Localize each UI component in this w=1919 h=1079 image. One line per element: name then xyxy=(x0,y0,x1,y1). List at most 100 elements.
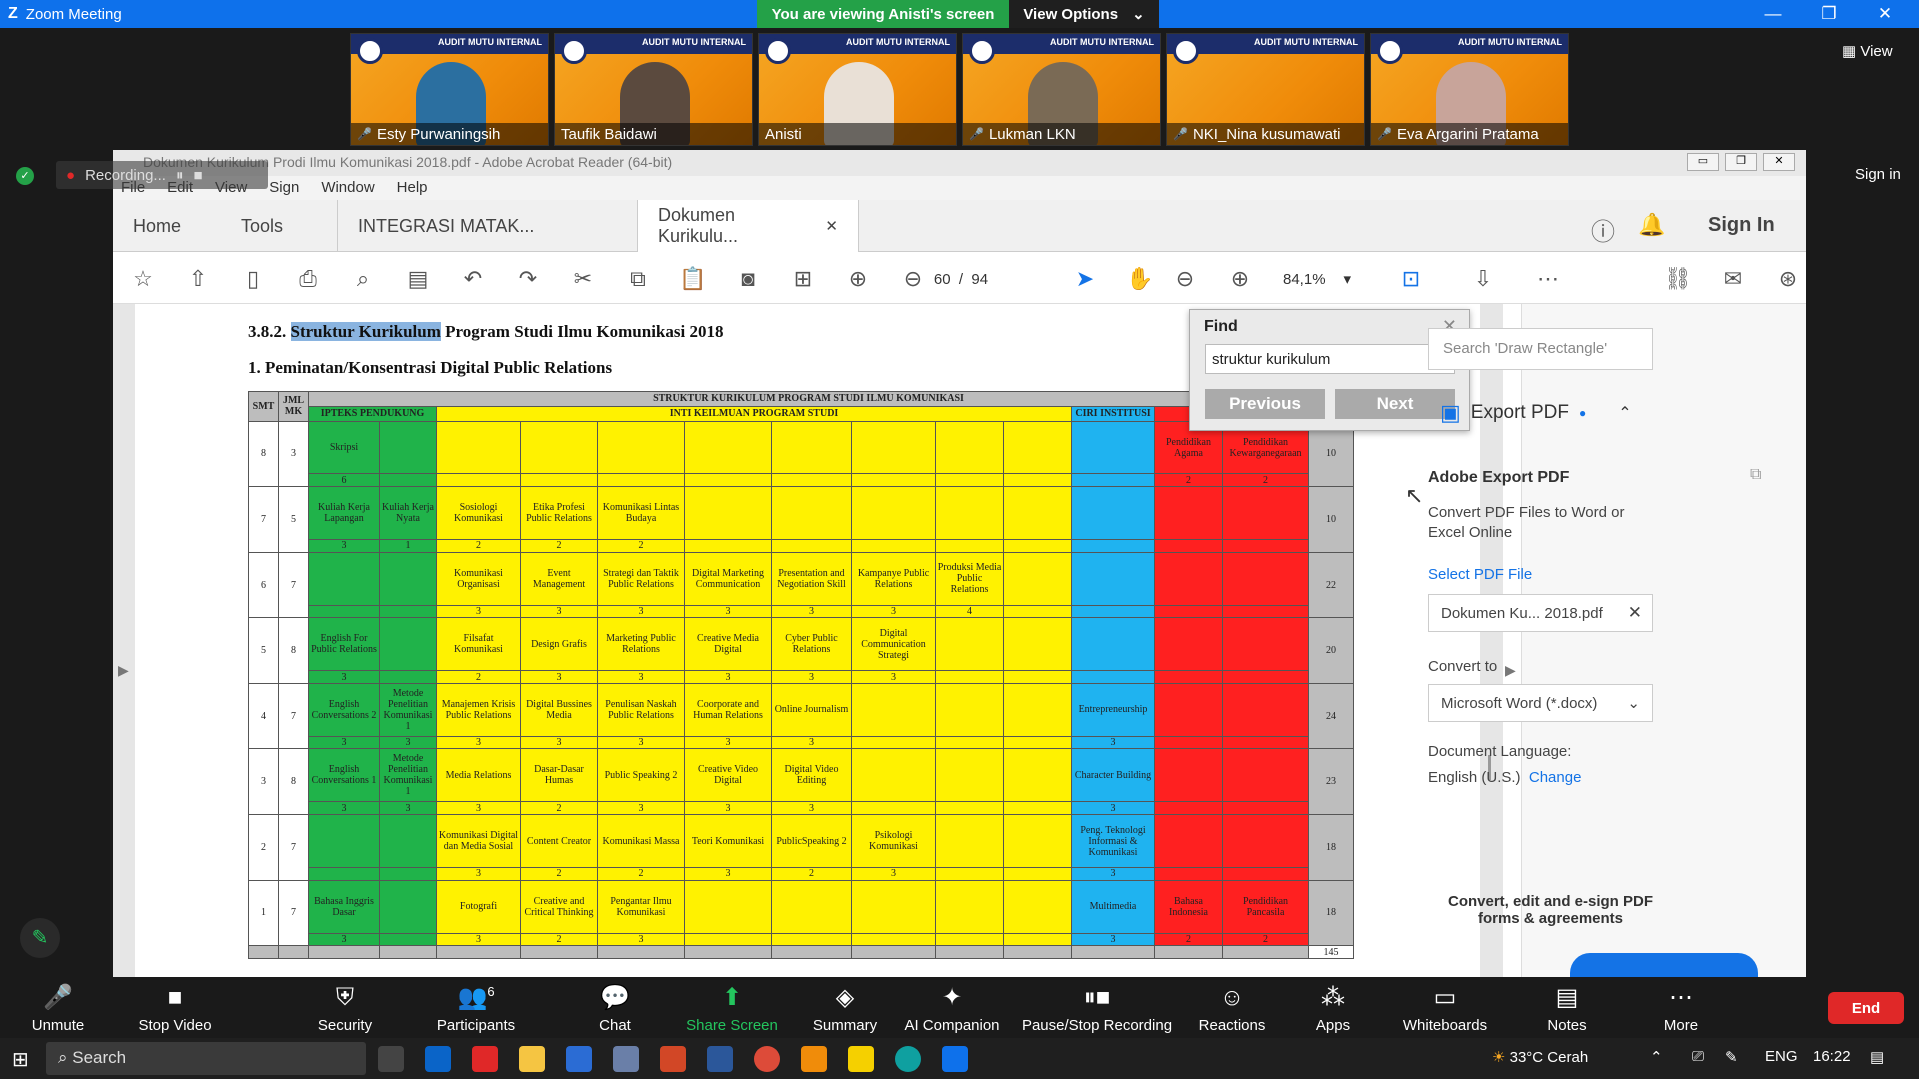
previous-button[interactable]: Previous xyxy=(1205,389,1325,419)
edge-icon[interactable] xyxy=(895,1046,921,1072)
remove-file-icon[interactable]: ✕ xyxy=(1628,603,1642,623)
minimize-icon[interactable]: — xyxy=(1750,0,1796,28)
upload-icon[interactable]: ⇧ xyxy=(183,264,213,294)
info-icon[interactable]: ● xyxy=(1579,406,1586,420)
pen-icon[interactable]: ✎ xyxy=(1725,1048,1738,1066)
summary-button[interactable]: ◈ Summary xyxy=(810,977,880,1038)
sticky-notes-icon[interactable] xyxy=(848,1046,874,1072)
acrobat-sign-in[interactable]: Sign In xyxy=(1708,214,1775,237)
participant-video[interactable]: AUDIT MUTU INTERNAL 🎤 NKI_Nina kusumawati xyxy=(1166,33,1365,146)
scroll-mode-icon[interactable]: ⇩ xyxy=(1468,264,1498,294)
search-icon[interactable]: ⌕ xyxy=(348,264,378,294)
stop-icon[interactable]: ■ xyxy=(193,167,202,184)
tab-dokumen[interactable]: Dokumen Kurikulu... ✕ xyxy=(637,200,859,252)
tab-integrasi[interactable]: INTEGRASI MATAK... xyxy=(337,200,637,252)
end-meeting-button[interactable]: End xyxy=(1828,992,1904,1024)
change-language-link[interactable]: Change xyxy=(1529,769,1582,786)
participant-video[interactable]: AUDIT MUTU INTERNAL 🎤 Lukman LKN xyxy=(962,33,1161,146)
find-input[interactable] xyxy=(1205,344,1455,374)
store-icon[interactable] xyxy=(566,1046,592,1072)
security-button[interactable]: ⛨ Security xyxy=(310,977,380,1038)
minimize-icon[interactable]: ▭ xyxy=(1687,153,1719,171)
tray-chevron-icon[interactable]: ⌃ xyxy=(1650,1048,1663,1066)
view-layout-button[interactable]: ▦ View xyxy=(1842,42,1893,60)
export-pdf-header[interactable]: ▣ Export PDF ● ⌃ xyxy=(1420,392,1675,434)
binoculars-icon[interactable]: ⊞ xyxy=(788,264,818,294)
network-icon[interactable]: ⎚ xyxy=(1692,1048,1704,1065)
create-pdf-icon[interactable]: ▯ xyxy=(238,264,268,294)
email-icon[interactable]: ✉ xyxy=(1718,264,1748,294)
participant-video[interactable]: AUDIT MUTU INTERNAL 🎤 Esty Purwaningsih xyxy=(350,33,549,146)
right-panel-toggle-icon[interactable]: ▶ xyxy=(1505,662,1516,679)
app-icon[interactable] xyxy=(613,1046,639,1072)
task-view-icon[interactable] xyxy=(378,1046,404,1072)
clipboard-icon[interactable]: 📋 xyxy=(678,264,708,294)
acrobat-icon[interactable] xyxy=(472,1046,498,1072)
whiteboards-button[interactable]: ▭ Whiteboards xyxy=(1400,977,1490,1038)
shield-icon[interactable]: ✓ xyxy=(16,167,34,185)
more-tools-icon[interactable]: ⋯ xyxy=(1533,264,1563,294)
participants-button[interactable]: 👥6 Participants xyxy=(430,977,522,1038)
snapshot-icon[interactable]: ◙ xyxy=(733,264,763,294)
stop-video-button[interactable]: ■ Stop Video xyxy=(135,977,215,1038)
page-current[interactable]: 60 xyxy=(934,271,951,288)
unmute-button[interactable]: 🎤 Unmute xyxy=(25,977,91,1038)
fit-page-icon[interactable]: ⊡ xyxy=(1396,264,1426,294)
restore-icon[interactable]: ❐ xyxy=(1806,0,1852,28)
hand-icon[interactable]: ✋ xyxy=(1125,264,1155,294)
mail-icon[interactable] xyxy=(425,1046,451,1072)
participant-video[interactable]: AUDIT MUTU INTERNAL 🎤 Eva Argarini Pratama xyxy=(1370,33,1569,146)
view-options-button[interactable]: View Options ⌄ xyxy=(1009,0,1159,28)
prev-page-icon[interactable]: ⊕ xyxy=(843,264,873,294)
share-screen-button[interactable]: ⬆ Share Screen xyxy=(684,977,780,1038)
windows-start-icon[interactable]: ⊞ xyxy=(12,1047,29,1072)
weather-widget[interactable]: ☀ 33°C Cerah xyxy=(1492,1048,1588,1066)
convert-to-select[interactable]: Microsoft Word (*.docx) ⌄ xyxy=(1428,684,1653,722)
taskbar-search[interactable]: ⌕ Search xyxy=(46,1042,366,1075)
link-icon[interactable]: ⛓ xyxy=(1663,264,1693,294)
zoom-level-select[interactable]: 84,1% ▾ xyxy=(1283,264,1373,294)
chrome-icon[interactable] xyxy=(754,1046,780,1072)
language-indicator[interactable]: ENG xyxy=(1765,1048,1798,1065)
notes-button[interactable]: ▤ Notes xyxy=(1545,977,1589,1038)
next-page-icon[interactable]: ⊖ xyxy=(898,264,928,294)
close-tab-icon[interactable]: ✕ xyxy=(825,217,838,235)
menu-sign[interactable]: Sign xyxy=(269,179,299,197)
close-icon[interactable]: ✕ xyxy=(1862,0,1908,28)
reactions-button[interactable]: ☺ Reactions xyxy=(1198,977,1266,1038)
zoom-out-icon[interactable]: ⊖ xyxy=(1170,264,1200,294)
tab-home[interactable]: Home xyxy=(113,200,201,252)
zoom-app-icon[interactable] xyxy=(942,1046,968,1072)
document-check-icon[interactable]: ▤ xyxy=(403,264,433,294)
powerpoint-icon[interactable] xyxy=(660,1046,686,1072)
compare-icon[interactable]: ⧉ xyxy=(623,264,653,294)
pause-stop-recording-button[interactable]: ⏸■ Pause/Stop Recording xyxy=(1020,977,1174,1038)
apps-button[interactable]: ⁂ Apps xyxy=(1312,977,1354,1038)
star-icon[interactable]: ☆ xyxy=(128,264,158,294)
tools-search-input[interactable]: Search 'Draw Rectangle' xyxy=(1428,328,1653,370)
clock[interactable]: 16:22 xyxy=(1813,1048,1851,1065)
select-cursor-icon[interactable]: ➤ xyxy=(1070,264,1100,294)
cta-button[interactable] xyxy=(1570,953,1758,977)
close-icon[interactable]: ✕ xyxy=(1763,153,1795,171)
bell-icon[interactable]: 🔔 xyxy=(1638,212,1665,238)
pause-icon[interactable]: ⏸ xyxy=(176,167,184,184)
restore-icon[interactable]: ❐ xyxy=(1725,153,1757,171)
participant-video[interactable]: AUDIT MUTU INTERNAL Anisti xyxy=(758,33,957,146)
more-button[interactable]: ⋯ More xyxy=(1660,977,1702,1038)
tab-tools[interactable]: Tools xyxy=(221,200,303,252)
chevron-up-icon[interactable]: ⌃ xyxy=(1618,403,1631,423)
ai-companion-button[interactable]: ✦ AI Companion xyxy=(900,977,1004,1038)
print-icon[interactable]: ⎙ xyxy=(293,264,323,294)
page-number[interactable]: 60 / 94 xyxy=(933,264,989,294)
help-icon[interactable]: ⓘ xyxy=(1591,212,1615,247)
undo-icon[interactable]: ↶ xyxy=(458,264,488,294)
zoom-in-icon[interactable]: ⊕ xyxy=(1225,264,1255,294)
copy-icon[interactable]: ⧉ xyxy=(1750,466,1761,484)
participant-video[interactable]: AUDIT MUTU INTERNAL Taufik Baidawi xyxy=(554,33,753,146)
annotate-pencil-icon[interactable]: ✎ xyxy=(20,918,60,958)
redo-icon[interactable]: ↷ xyxy=(513,264,543,294)
left-panel-toggle-icon[interactable]: ▶ xyxy=(118,662,129,679)
vlc-icon[interactable] xyxy=(801,1046,827,1072)
notification-icon[interactable]: ▤ xyxy=(1870,1048,1884,1066)
